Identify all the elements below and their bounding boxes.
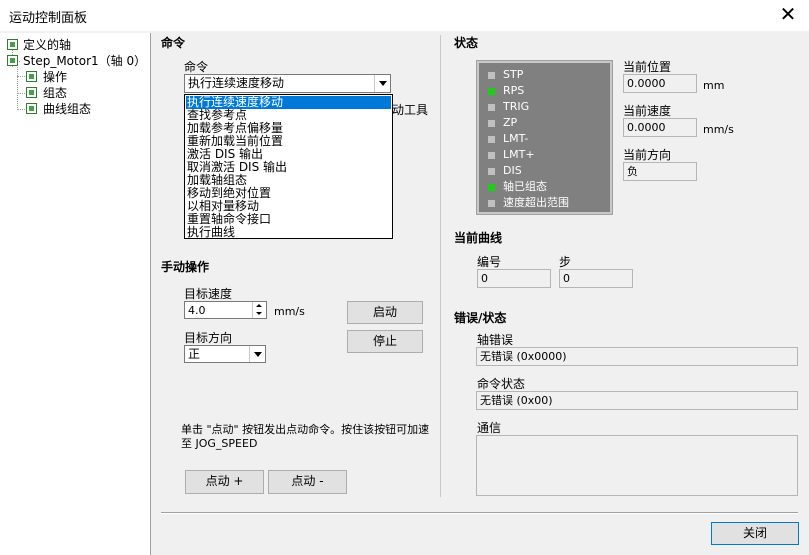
column-separator bbox=[440, 35, 441, 497]
current-direction-value: 负 bbox=[627, 165, 638, 178]
stop-button[interactable]: 停止 bbox=[347, 330, 423, 353]
communication-label: 通信 bbox=[477, 421, 502, 435]
footer-separator bbox=[161, 512, 798, 514]
velocity-unit: mm/s bbox=[703, 123, 734, 136]
communication-field bbox=[476, 435, 798, 496]
tree-connector bbox=[17, 76, 25, 77]
start-button[interactable]: 启动 bbox=[347, 301, 423, 324]
curve-step-field: 0 bbox=[559, 269, 633, 288]
curve-group-title: 当前曲线 bbox=[454, 231, 503, 245]
current-position-label: 当前位置 bbox=[623, 60, 672, 74]
current-velocity-field: 0.0000 bbox=[623, 118, 697, 137]
close-button[interactable]: 关闭 bbox=[711, 522, 799, 545]
manual-group-title: 手动操作 bbox=[161, 260, 210, 274]
status-led bbox=[488, 104, 495, 111]
target-speed-value: 4.0 bbox=[188, 304, 206, 317]
command-group-title: 命令 bbox=[161, 36, 186, 50]
title-bar: 运动控制面板 ✕ bbox=[0, 0, 809, 31]
tree-connector bbox=[17, 109, 25, 110]
status-led bbox=[488, 168, 495, 175]
position-unit: mm bbox=[703, 79, 725, 92]
command-hidden-text: 动工具 bbox=[392, 103, 429, 117]
current-velocity-label: 当前速度 bbox=[623, 104, 672, 118]
tree-item-curve-config[interactable]: 曲线组态 bbox=[43, 101, 91, 117]
curve-step-value: 0 bbox=[563, 272, 570, 285]
target-direction-select[interactable]: 正 bbox=[184, 345, 266, 363]
curve-step-label: 步 bbox=[559, 255, 572, 269]
current-velocity-value: 0.0000 bbox=[627, 121, 666, 134]
curve-id-label: 编号 bbox=[477, 255, 502, 269]
command-select[interactable]: 执行连续速度移动 bbox=[184, 74, 391, 93]
flag-label-lmt-plus: LMT+ bbox=[503, 148, 535, 161]
current-position-value: 0.0000 bbox=[627, 77, 666, 90]
command-label: 命令 bbox=[184, 60, 209, 74]
tree-connector bbox=[17, 93, 25, 94]
target-direction-label: 目标方向 bbox=[184, 331, 233, 345]
status-led bbox=[488, 152, 495, 159]
dropdown-option-run-curve[interactable]: 执行曲线 bbox=[186, 226, 391, 239]
flag-label-zp: ZP bbox=[503, 116, 518, 129]
jog-hint: 单击 "点动" 按钮发出点动命令。按住该按钮可加速至 JOG_SPEED bbox=[181, 423, 430, 450]
flag-label-axis-configured: 轴已组态 bbox=[503, 180, 547, 193]
command-dropdown-list: 执行连续速度移动 查找参考点 加载参考点偏移量 重新加载当前位置 激活 DIS … bbox=[184, 94, 393, 239]
curve-id-value: 0 bbox=[481, 272, 488, 285]
axis-error-label: 轴错误 bbox=[477, 333, 514, 347]
current-position-field: 0.0000 bbox=[623, 74, 697, 93]
flag-label-lmt-minus: LMT- bbox=[503, 132, 529, 145]
flag-label-rps: RPS bbox=[503, 84, 525, 97]
axis-error-value: 无错误 (0x0000) bbox=[480, 350, 567, 363]
command-status-field: 无错误 (0x00) bbox=[476, 391, 798, 410]
stepper-down-icon[interactable] bbox=[253, 310, 266, 318]
tree-connector bbox=[17, 67, 18, 110]
errors-group-title: 错误/状态 bbox=[454, 311, 507, 325]
status-led bbox=[488, 184, 495, 191]
config-icon bbox=[26, 87, 37, 98]
axis-error-field: 无错误 (0x0000) bbox=[476, 347, 798, 366]
axis-icon bbox=[7, 55, 18, 66]
chevron-down-icon[interactable] bbox=[249, 346, 265, 362]
flag-label-speed-out-of-range: 速度超出范围 bbox=[503, 196, 569, 209]
jog-minus-button[interactable]: 点动 - bbox=[268, 470, 347, 494]
current-direction-field: 负 bbox=[623, 162, 697, 181]
curve-id-field: 0 bbox=[477, 269, 551, 288]
tree-item-config[interactable]: 组态 bbox=[43, 85, 67, 101]
status-led bbox=[488, 136, 495, 143]
chevron-down-icon[interactable] bbox=[374, 75, 390, 92]
flag-label-stp: STP bbox=[503, 68, 524, 81]
jog-plus-button[interactable]: 点动 + bbox=[185, 470, 264, 494]
command-status-label: 命令状态 bbox=[477, 377, 526, 391]
target-speed-label: 目标速度 bbox=[184, 287, 233, 301]
status-led bbox=[488, 72, 495, 79]
command-status-value: 无错误 (0x00) bbox=[480, 394, 553, 407]
axis-tree: 定义的轴 Step_Motor1（轴 0） 操作 组态 曲线组态 bbox=[0, 33, 151, 555]
tree-item-operate[interactable]: 操作 bbox=[43, 69, 67, 85]
flag-label-dis: DIS bbox=[503, 164, 522, 177]
curve-config-icon bbox=[26, 103, 37, 114]
tree-item-defined-axes[interactable]: 定义的轴 bbox=[23, 37, 71, 53]
speed-stepper[interactable] bbox=[252, 302, 266, 318]
close-icon[interactable]: ✕ bbox=[777, 3, 799, 25]
status-flags-panel: STP RPS TRIG ZP LMT- LMT+ DIS 轴已组态 速度超出范… bbox=[476, 60, 613, 215]
target-direction-value: 正 bbox=[188, 347, 201, 361]
window-title: 运动控制面板 bbox=[9, 11, 88, 26]
current-direction-label: 当前方向 bbox=[623, 148, 672, 162]
command-select-value: 执行连续速度移动 bbox=[188, 76, 285, 90]
stepper-up-icon[interactable] bbox=[253, 302, 266, 310]
status-group-title: 状态 bbox=[454, 36, 479, 50]
status-led bbox=[488, 200, 495, 207]
tree-item-step-motor1[interactable]: Step_Motor1（轴 0） bbox=[23, 53, 146, 69]
speed-unit: mm/s bbox=[274, 305, 305, 318]
status-led bbox=[488, 88, 495, 95]
motion-control-window: 运动控制面板 ✕ 定义的轴 Step_Motor1（轴 0） 操作 组态 曲线组… bbox=[0, 0, 809, 555]
axis-folder-icon bbox=[7, 39, 18, 50]
status-led bbox=[488, 120, 495, 127]
operate-icon bbox=[26, 71, 37, 82]
flag-label-trig: TRIG bbox=[503, 100, 530, 113]
